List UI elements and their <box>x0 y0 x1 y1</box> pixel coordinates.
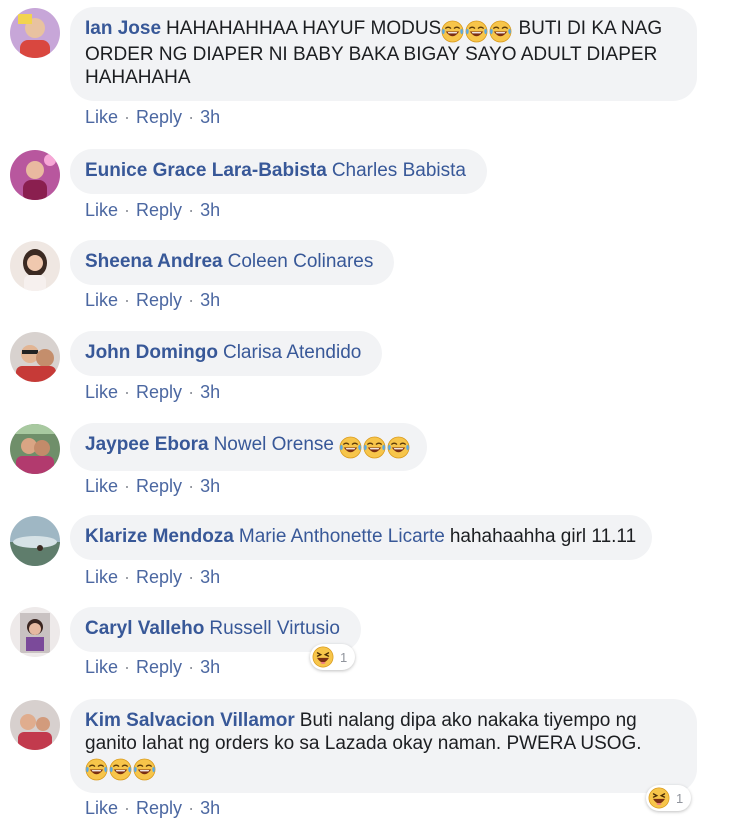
separator: · <box>124 798 131 818</box>
laughing-tears-emoji-icon <box>109 758 132 781</box>
like-link[interactable]: Like <box>85 567 118 587</box>
tagged-user[interactable]: Marie Anthonette Licarte <box>239 526 445 547</box>
haha-reaction-icon <box>312 646 334 668</box>
separator: · <box>124 290 131 310</box>
reply-link[interactable]: Reply <box>136 107 182 127</box>
laughing-tears-emoji-icon <box>489 20 512 43</box>
separator: · <box>124 382 131 402</box>
comment-author[interactable]: Kim Salvacion Villamor <box>85 710 295 731</box>
separator: · <box>188 567 195 587</box>
comment-text: HAHAHAHHAA HAYUF MODUS <box>166 18 442 39</box>
avatar[interactable] <box>10 424 60 474</box>
comment-actions: Like · Reply · 3h <box>85 107 220 128</box>
like-link[interactable]: Like <box>85 798 118 818</box>
like-link[interactable]: Like <box>85 657 118 677</box>
laughing-tears-emoji-icon <box>363 436 386 459</box>
laughing-tears-emoji-icon <box>85 758 108 781</box>
emoji-group <box>85 758 157 781</box>
tagged-user[interactable]: Charles Babista <box>332 160 466 181</box>
separator: · <box>188 476 195 496</box>
laughing-tears-emoji-icon <box>339 436 362 459</box>
separator: · <box>124 476 131 496</box>
comment-timestamp[interactable]: 3h <box>200 290 220 310</box>
separator: · <box>124 200 131 220</box>
emoji-group <box>339 436 411 459</box>
reply-link[interactable]: Reply <box>136 657 182 677</box>
comment-bubble: Eunice Grace Lara-Babista Charles Babista <box>70 149 487 194</box>
separator: · <box>188 798 195 818</box>
comment-bubble: Jaypee Ebora Nowel Orense <box>70 423 427 471</box>
comment-author[interactable]: Ian Jose <box>85 18 161 39</box>
emoji-group <box>441 20 513 43</box>
comment-actions: Like · Reply · 3h <box>85 798 220 819</box>
comment-author[interactable]: Jaypee Ebora <box>85 434 209 455</box>
separator: · <box>188 290 195 310</box>
comment-actions: Like · Reply · 3h <box>85 290 220 311</box>
reaction-count: 1 <box>340 649 348 665</box>
comment-timestamp[interactable]: 3h <box>200 382 220 402</box>
comment-actions: Like · Reply · 3h <box>85 200 220 221</box>
reply-link[interactable]: Reply <box>136 476 182 496</box>
comment-bubble: Ian Jose HAHAHAHHAA HAYUF MODUS BUTI DI K… <box>70 7 697 101</box>
like-link[interactable]: Like <box>85 200 118 220</box>
comment-timestamp[interactable]: 3h <box>200 107 220 127</box>
comment-bubble: John Domingo Clarisa Atendido <box>70 331 383 376</box>
laughing-tears-emoji-icon <box>133 758 156 781</box>
comment-text: hahahaahha girl 11.11 <box>449 526 637 547</box>
comment-timestamp[interactable]: 3h <box>200 476 220 496</box>
separator: · <box>188 382 195 402</box>
comment-bubble: Kim Salvacion Villamor Buti nalang dipa a… <box>70 699 697 793</box>
separator: · <box>188 200 195 220</box>
laughing-tears-emoji-icon <box>441 20 464 43</box>
tagged-user[interactable]: Clarisa Atendido <box>223 342 361 363</box>
laughing-tears-emoji-icon <box>465 20 488 43</box>
avatar[interactable] <box>10 607 60 657</box>
tagged-user[interactable]: Coleen Colinares <box>228 251 374 272</box>
like-link[interactable]: Like <box>85 476 118 496</box>
comment-author[interactable]: Sheena Andrea <box>85 251 223 272</box>
avatar[interactable] <box>10 332 60 382</box>
avatar[interactable] <box>10 8 60 58</box>
comment-author[interactable]: Klarize Mendoza <box>85 526 234 547</box>
avatar[interactable] <box>10 700 60 750</box>
tagged-user[interactable]: Nowel Orense <box>214 434 334 455</box>
comment-author[interactable]: John Domingo <box>85 342 218 363</box>
reply-link[interactable]: Reply <box>136 200 182 220</box>
avatar[interactable] <box>10 516 60 566</box>
comment-bubble: Klarize Mendoza Marie Anthonette Licarte h… <box>70 515 653 560</box>
avatar[interactable] <box>10 241 60 291</box>
comment-timestamp[interactable]: 3h <box>200 798 220 818</box>
separator: · <box>124 567 131 587</box>
tagged-user[interactable]: Russell Virtusio <box>209 618 340 639</box>
laughing-tears-emoji-icon <box>387 436 410 459</box>
comment-timestamp[interactable]: 3h <box>200 567 220 587</box>
reaction-count: 1 <box>676 790 684 806</box>
reply-link[interactable]: Reply <box>136 567 182 587</box>
comment-actions: Like · Reply · 3h <box>85 382 220 403</box>
separator: · <box>124 657 131 677</box>
comment-actions: Like · Reply · 3h <box>85 476 220 497</box>
comment-timestamp[interactable]: 3h <box>200 657 220 677</box>
comment-author[interactable]: Eunice Grace Lara-Babista <box>85 160 327 181</box>
reaction-count-badge[interactable]: 1 <box>310 644 356 670</box>
separator: · <box>188 657 195 677</box>
reply-link[interactable]: Reply <box>136 382 182 402</box>
comment-bubble: Sheena Andrea Coleen Colinares <box>70 240 395 285</box>
separator: · <box>188 107 195 127</box>
like-link[interactable]: Like <box>85 107 118 127</box>
like-link[interactable]: Like <box>85 290 118 310</box>
comment-author[interactable]: Caryl Valleho <box>85 618 204 639</box>
haha-reaction-icon <box>648 787 670 809</box>
comment-actions: Like · Reply · 3h <box>85 657 220 678</box>
avatar[interactable] <box>10 150 60 200</box>
comment-actions: Like · Reply · 3h <box>85 567 220 588</box>
comment-timestamp[interactable]: 3h <box>200 200 220 220</box>
separator: · <box>124 107 131 127</box>
reaction-count-badge[interactable]: 1 <box>646 785 692 811</box>
like-link[interactable]: Like <box>85 382 118 402</box>
reply-link[interactable]: Reply <box>136 798 182 818</box>
reply-link[interactable]: Reply <box>136 290 182 310</box>
